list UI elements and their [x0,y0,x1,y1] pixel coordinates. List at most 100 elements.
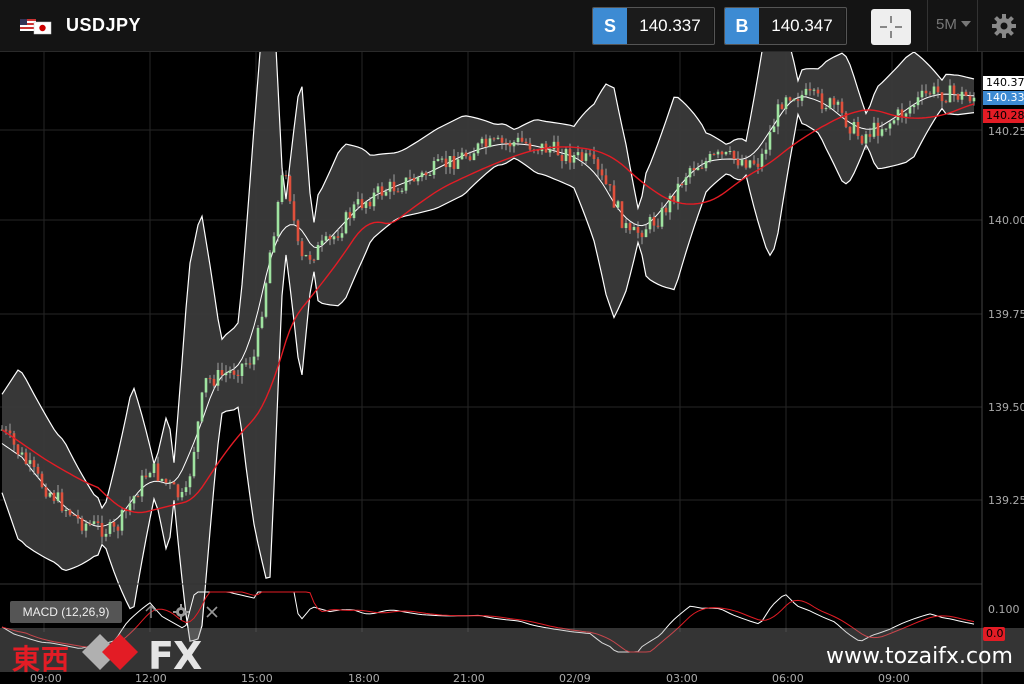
candle-body [660,207,664,227]
candle-body [928,93,932,95]
candle-body [28,460,32,464]
candle-body [756,163,760,167]
candle-body [444,158,448,168]
candle-body [264,283,268,317]
candle-body [872,122,876,137]
candle-body [912,105,916,108]
candle-body [408,177,412,179]
candle-body [8,430,12,434]
candle-body [900,109,904,117]
candle-body [52,492,56,501]
candle-body [80,518,84,531]
candle-body [960,91,964,100]
high-price-marker: 140.374 [983,76,1024,90]
close-icon[interactable] [203,603,221,621]
candle-body [816,89,820,94]
price-tick: 139.75 [988,308,1024,321]
candle-body [56,492,60,501]
candle-body [828,98,832,109]
candle-body [572,155,576,163]
gear-icon[interactable] [990,12,1018,40]
candle-body [704,161,708,169]
candle-body [172,482,176,485]
candle-body [240,363,244,376]
candle-body [964,91,968,96]
candle-body [212,378,216,386]
candle-body [252,356,256,365]
sell-button[interactable]: S 140.337 [592,7,715,45]
candle-body [272,236,276,253]
watermark-fx: FX [148,634,202,678]
candle-body [372,192,376,207]
candle-body [952,85,956,95]
candle-body [508,143,512,147]
candle-body [276,202,280,237]
candle-body [788,97,792,101]
candle-body [140,475,144,497]
candle-body [896,109,900,121]
buy-button[interactable]: B 140.347 [724,7,847,45]
price-tick: 139.50 [988,401,1024,414]
candle-body [856,122,860,136]
sell-label: S [593,8,627,44]
candle-body [936,86,940,93]
us-jp-flag-icon [20,19,52,35]
candle-body [392,181,396,192]
candle-body [84,523,88,531]
arrow-up-icon[interactable] [142,603,160,621]
candle-body [868,134,872,137]
gear-icon[interactable] [172,603,190,621]
buy-price: 140.347 [759,8,845,44]
candle-body [376,186,380,193]
candle-body [716,151,720,155]
candle-body [616,201,620,208]
candle-body [504,142,508,144]
candle-body [388,181,392,192]
candle-body [524,141,528,144]
candle-body [612,185,616,208]
symbol-title[interactable]: USDJPY [66,15,141,36]
candle-body [736,158,740,166]
crosshair-button[interactable] [871,9,911,45]
time-label: 21:00 [453,672,485,684]
candle-body [640,232,644,238]
candle-body [680,183,684,186]
candle-body [208,378,212,380]
candle-body [416,177,420,182]
candle-body [720,151,724,155]
candle-body [428,174,432,176]
candle-body [668,195,672,213]
candle-body [884,128,888,130]
candle-body [132,496,136,504]
candle-body [648,217,652,230]
time-label: 18:00 [348,672,380,684]
candle-body [368,201,372,207]
candle-body [728,151,732,152]
price-chart[interactable]: 140.00 139.75 139.50 139.25 140.25 0.100… [0,52,1024,684]
candle-body [492,138,496,140]
candle-body [908,107,912,114]
candle-body [300,241,304,257]
candle-body [500,137,504,143]
candle-body [824,108,828,110]
candle-body [228,370,232,373]
candle-body [860,136,864,144]
candle-body [472,153,476,161]
candle-body [608,184,612,186]
candle-body [748,160,752,168]
candle-body [64,509,68,511]
candle-body [560,155,564,161]
candle-body [100,523,104,537]
candle-body [804,88,808,95]
candle-body [460,152,464,160]
price-tick: 139.25 [988,494,1024,507]
candle-body [380,186,384,196]
timeframe-selector[interactable]: 5M [936,16,957,33]
macd-indicator-label[interactable]: MACD (12,26,9) [10,601,122,623]
candle-body [624,223,628,228]
candle-body [332,236,336,240]
sell-price: 140.337 [627,8,713,44]
candle-body [652,217,656,226]
candle-body [152,463,156,473]
candle-body [364,201,368,208]
